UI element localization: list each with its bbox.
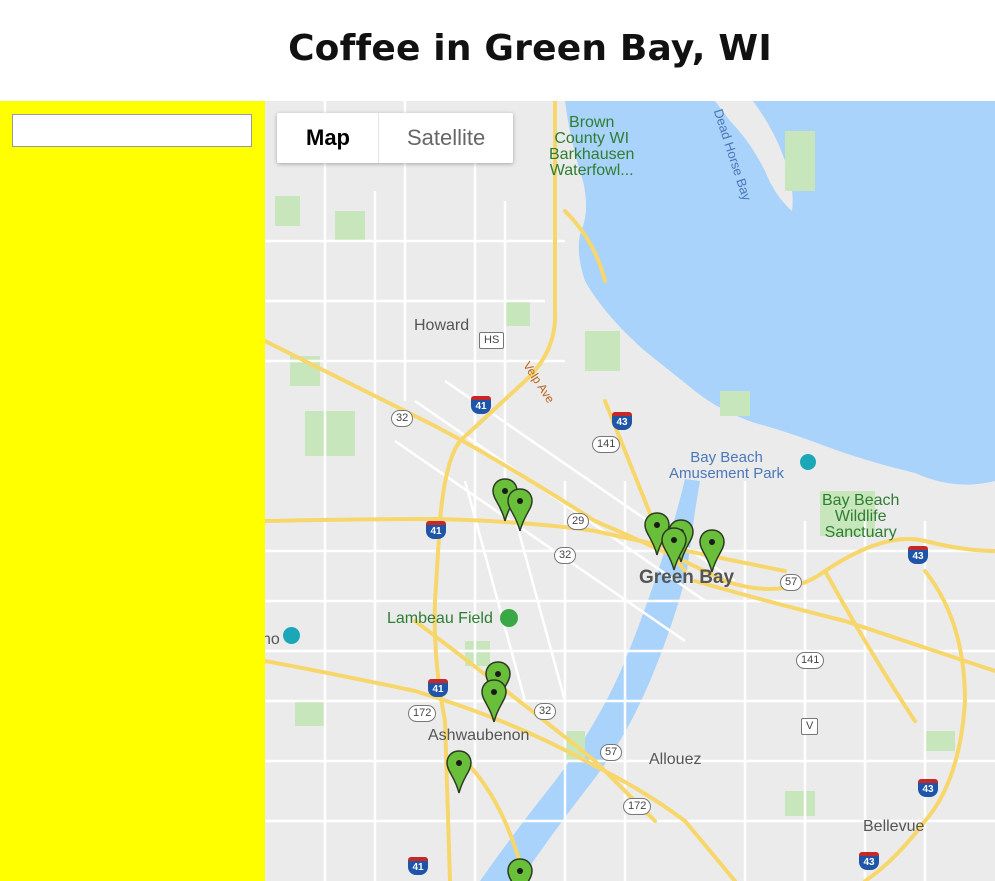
- shield-interstate-43: 43: [859, 852, 879, 870]
- label-ashwaubenon: Ashwaubenon: [428, 727, 530, 744]
- label-allouez: Allouez: [649, 751, 702, 768]
- search-input[interactable]: [12, 114, 252, 147]
- sidebar: [0, 101, 265, 881]
- coffee-shop-marker[interactable]: [661, 527, 687, 571]
- page-title: Coffee in Green Bay, WI: [288, 28, 772, 69]
- coffee-shop-marker[interactable]: [481, 679, 507, 723]
- label-brown-county: Brown County WI Barkhausen Waterfowl...: [549, 114, 635, 179]
- shield-interstate-43: 43: [908, 546, 928, 564]
- shield-route-32: 32: [534, 703, 557, 720]
- shield-route-57: 57: [780, 574, 803, 591]
- stadium-icon: [500, 609, 518, 627]
- map-canvas[interactable]: Map Satellite Brown County WI Barkhausen…: [265, 101, 995, 881]
- shield-county-v: V: [801, 718, 819, 735]
- label-no-fragment: no: [265, 631, 280, 648]
- label-bay-beach-wildlife: Bay Beach Wildlife Sanctuary: [822, 492, 900, 541]
- amusement-park-icon: [800, 454, 816, 470]
- label-lambeau-field: Lambeau Field: [387, 610, 493, 627]
- shield-interstate-43: 43: [612, 412, 632, 430]
- shield-interstate-43: 43: [918, 779, 938, 797]
- shield-hs: HS: [479, 332, 505, 349]
- attraction-icon: [283, 627, 300, 644]
- shield-route-57: 57: [600, 744, 623, 761]
- page-header: Coffee in Green Bay, WI: [0, 0, 995, 101]
- coffee-shop-marker[interactable]: [699, 529, 725, 573]
- coffee-shop-marker[interactable]: [507, 858, 533, 881]
- shield-route-141: 141: [592, 436, 621, 453]
- shield-interstate-41: 41: [408, 857, 428, 875]
- coffee-shop-marker[interactable]: [446, 750, 472, 794]
- shield-route-32: 32: [391, 410, 414, 427]
- map-type-satellite-button[interactable]: Satellite: [378, 113, 513, 163]
- coffee-shop-marker[interactable]: [507, 488, 533, 532]
- shield-route-32: 32: [554, 547, 577, 564]
- shield-route-141: 141: [796, 652, 825, 669]
- shield-interstate-41: 41: [471, 396, 491, 414]
- shield-route-172: 172: [623, 798, 652, 815]
- label-bay-beach-amusement: Bay Beach Amusement Park: [669, 449, 785, 482]
- label-bellevue: Bellevue: [863, 818, 925, 835]
- label-howard: Howard: [414, 317, 470, 334]
- map-tiles: [265, 101, 995, 881]
- shield-interstate-41: 41: [426, 521, 446, 539]
- shield-route-29: 29: [567, 513, 590, 530]
- map-type-control: Map Satellite: [277, 113, 514, 163]
- shield-route-172: 172: [408, 705, 437, 722]
- map-type-map-button[interactable]: Map: [277, 113, 378, 163]
- shield-interstate-41: 41: [428, 679, 448, 697]
